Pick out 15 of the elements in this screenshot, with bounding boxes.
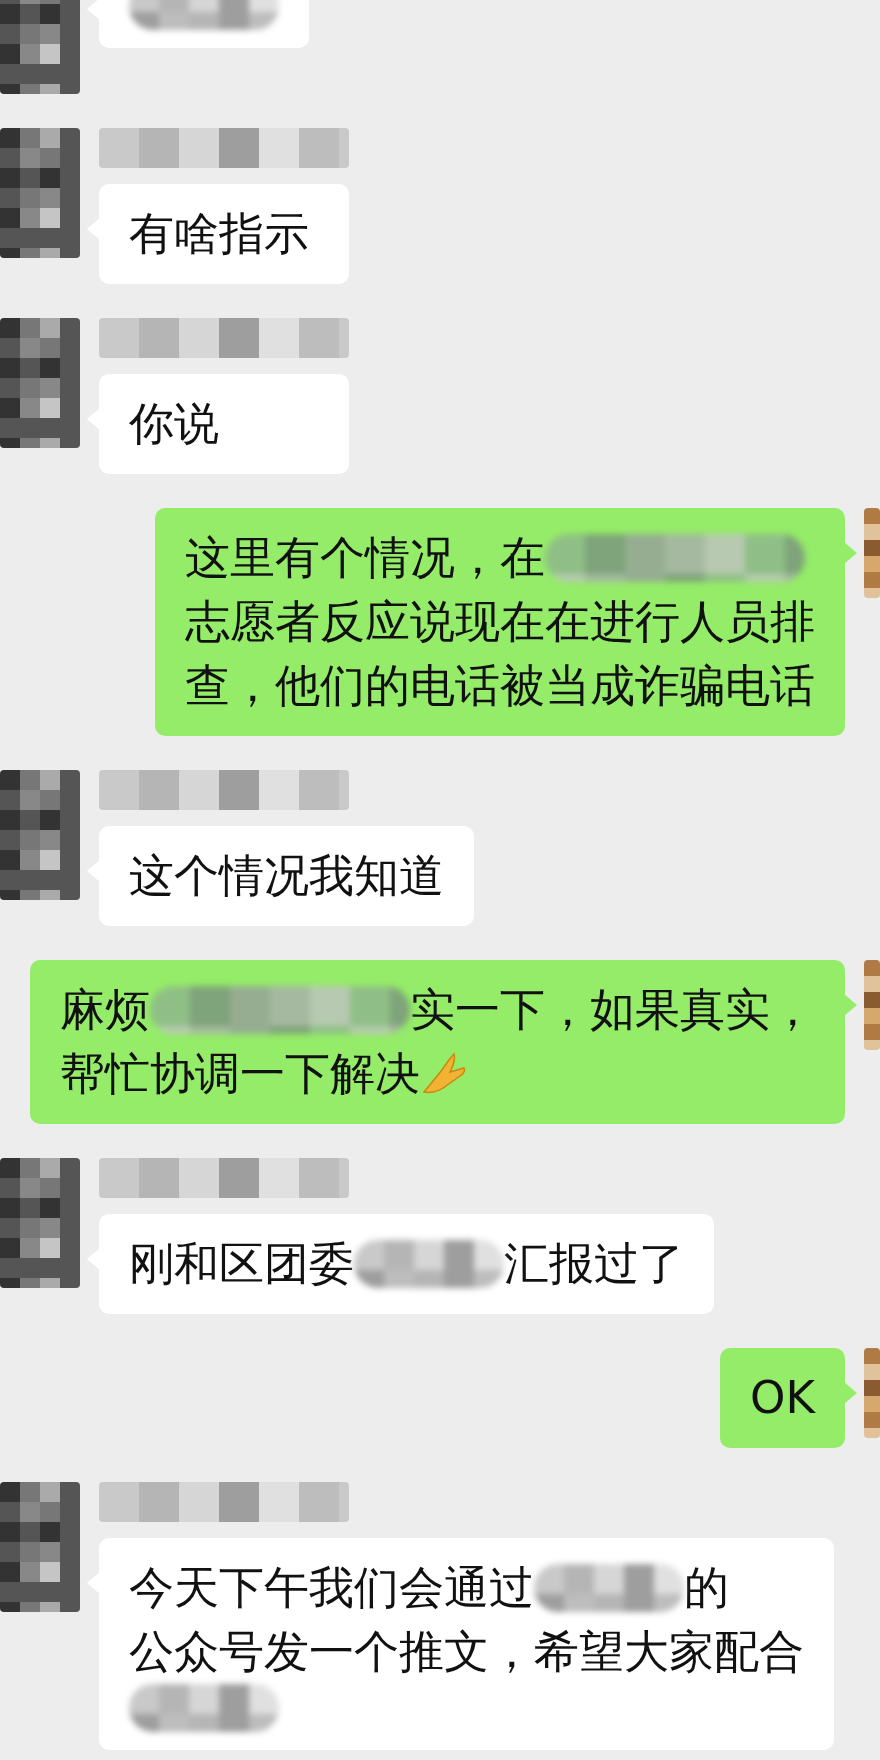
message-text: 查，他们的电话被当成诈骗电话 xyxy=(185,658,815,714)
message-text: 刚和区团委 xyxy=(129,1236,354,1292)
message-text: 志愿者反应说现在在进行人员排 xyxy=(185,594,815,650)
message-text: 帮忙协调一下解决 xyxy=(60,1046,420,1102)
message-text: 实一下，如果真实， xyxy=(410,982,815,1038)
message-text: 你说 xyxy=(129,396,219,452)
message-text: 麻烦 xyxy=(60,982,150,1038)
message-text: 的 xyxy=(684,1560,729,1616)
message-text: OK xyxy=(750,1370,815,1426)
message-text: 今天下午我们会通过 xyxy=(129,1560,534,1616)
message-text: 这里有个情况，在 xyxy=(185,530,545,586)
message-text: 这个情况我知道 xyxy=(129,848,444,904)
message-text: 有啥指示 xyxy=(129,206,309,262)
message-text: 汇报过了 xyxy=(504,1236,684,1292)
message-text: 公众号发一个推文，希望大家配合 xyxy=(129,1624,804,1680)
